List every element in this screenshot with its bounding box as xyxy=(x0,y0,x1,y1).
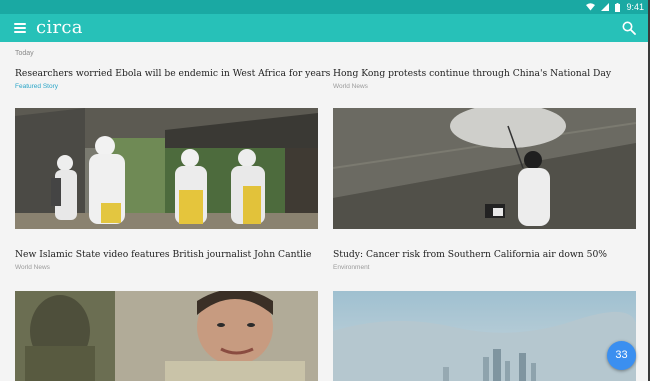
story-image-la-air[interactable] xyxy=(333,291,636,381)
story-category: Environment xyxy=(333,264,370,271)
section-label: Today xyxy=(15,50,34,57)
story-card[interactable]: New Islamic State video features British… xyxy=(15,249,317,271)
story-category: Featured Story xyxy=(15,83,58,90)
search-icon[interactable] xyxy=(622,21,636,35)
story-title[interactable]: Study: Cancer risk from Southern Califor… xyxy=(333,249,635,261)
story-card[interactable]: Hong Kong protests continue through Chin… xyxy=(333,68,635,90)
status-time: 9:41 xyxy=(626,2,644,12)
story-image-cantlie[interactable] xyxy=(15,291,318,381)
hongkong-protest-photo xyxy=(333,108,636,229)
app-bar: circa xyxy=(0,14,650,42)
signal-icon xyxy=(601,3,610,11)
story-card[interactable]: Study: Cancer risk from Southern Califor… xyxy=(333,249,635,271)
wifi-icon xyxy=(586,3,596,11)
story-category: World News xyxy=(15,264,50,271)
story-title[interactable]: Hong Kong protests continue through Chin… xyxy=(333,68,635,80)
ebola-workers-photo xyxy=(15,108,318,229)
cantlie-photo xyxy=(15,291,318,381)
story-card[interactable]: Researchers worried Ebola will be endemi… xyxy=(15,68,330,90)
app-title: circa xyxy=(36,17,83,38)
story-image-ebola[interactable] xyxy=(15,108,318,229)
stories-count-button[interactable]: 33 xyxy=(607,341,636,370)
menu-icon[interactable] xyxy=(14,23,26,33)
story-category: World News xyxy=(333,83,368,90)
status-icons: 9:41 xyxy=(586,2,644,12)
story-title[interactable]: New Islamic State video features British… xyxy=(15,249,317,261)
battery-icon xyxy=(615,2,621,12)
status-bar: 9:41 xyxy=(0,0,650,14)
story-feed: Today Researchers worried Ebola will be … xyxy=(0,42,650,381)
app-screen: 9:41 circa Today Researchers worried Ebo… xyxy=(0,0,650,381)
la-skyline-photo xyxy=(333,291,636,381)
story-title[interactable]: Researchers worried Ebola will be endemi… xyxy=(15,68,330,80)
story-image-hongkong[interactable] xyxy=(333,108,636,229)
